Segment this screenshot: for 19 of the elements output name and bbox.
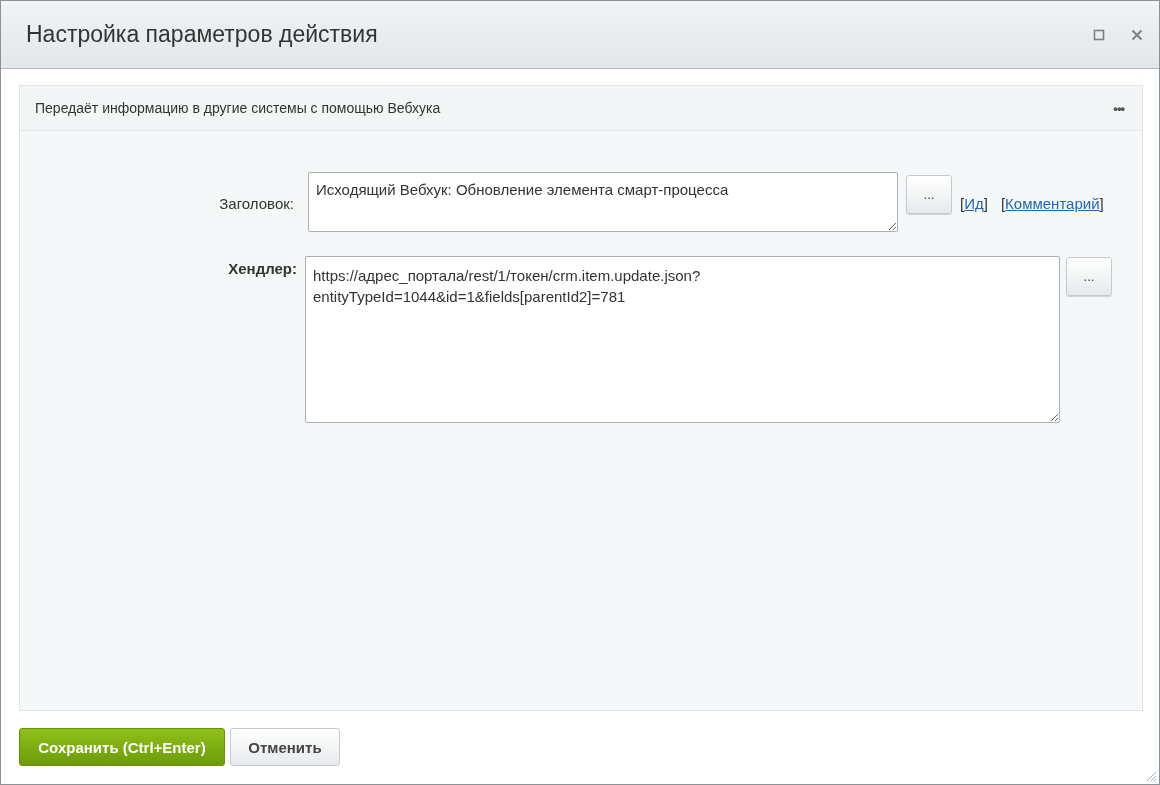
title-field[interactable]: Исходящий Вебхук: Обновление элемента смарт-процесса [308,172,898,232]
link[interactable]: Ид [964,195,984,212]
action-description: Передаёт информацию в другие системы с помощью Вебхука [35,100,442,116]
window-title: Настройка параметров действия [26,21,379,48]
bracket: [ [960,195,965,212]
handler-field[interactable]: https://адрес_портала/rest/1/токен/crm.item.update.json? entityTypeId=1044&id=1&fields[parentId2]=781 [305,256,1060,423]
bracket: ] [983,195,988,212]
cancel-button[interactable]: Отменить [230,728,340,766]
picker-button[interactable]: ... [1066,257,1112,296]
bracket: [ [1000,195,1006,212]
link[interactable]: Комментарий [1005,195,1100,212]
close-icon[interactable] [1131,28,1143,41]
more-menu-button[interactable]: ••• [1113,100,1124,116]
maximize-icon[interactable] [1093,28,1105,41]
bracket: ] [1099,195,1104,212]
field-label: Заголовок: [218,194,295,212]
resize-grip-icon[interactable] [1145,770,1157,782]
picker-button[interactable]: ... [906,175,952,214]
field-label: Хендлер: [227,259,298,277]
